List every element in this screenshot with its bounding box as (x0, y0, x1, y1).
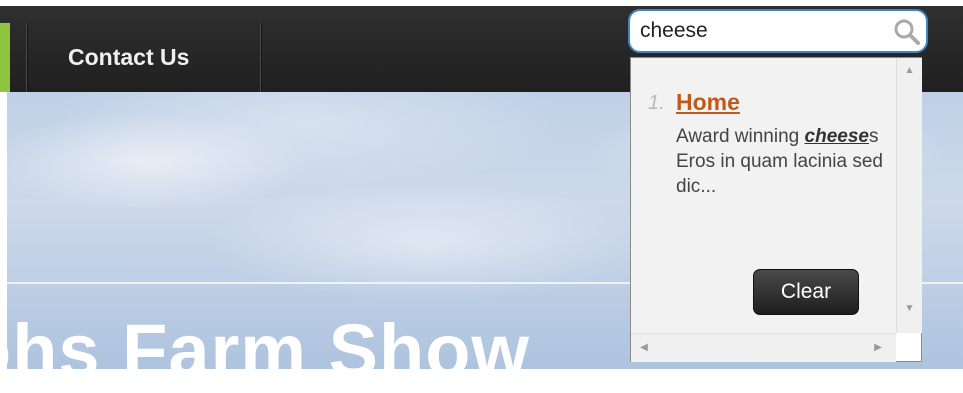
search-input[interactable] (640, 19, 880, 43)
snippet-text: Award winning (676, 126, 805, 147)
scroll-left-icon[interactable]: ◀ (633, 334, 655, 362)
search-icon[interactable] (892, 17, 922, 47)
nav-divider (26, 23, 28, 92)
banner-title: ohs Farm Show (0, 309, 530, 392)
snippet-highlight: cheese (804, 126, 869, 147)
search-box[interactable] (628, 9, 928, 53)
vertical-scrollbar[interactable]: ▲ ▼ (896, 58, 922, 333)
result-snippet: Award winning cheeses Eros in quam lacin… (676, 124, 886, 199)
search-results-dropdown: 1. Home Award winning cheeses Eros in qu… (630, 57, 922, 362)
scroll-up-icon[interactable]: ▲ (897, 60, 922, 82)
nav-divider (260, 23, 262, 92)
horizontal-scrollbar[interactable]: ◀ ▶ (631, 333, 896, 362)
scroll-right-icon[interactable]: ▶ (867, 334, 889, 362)
nav-active-indicator (0, 23, 10, 92)
scroll-down-icon[interactable]: ▼ (897, 298, 922, 320)
result-link-home[interactable]: Home (676, 89, 740, 116)
nav-item-contact-us[interactable]: Contact Us (68, 44, 189, 71)
clear-button[interactable]: Clear (753, 269, 859, 315)
result-number: 1. (648, 92, 665, 114)
scrollbar-corner (896, 333, 921, 361)
